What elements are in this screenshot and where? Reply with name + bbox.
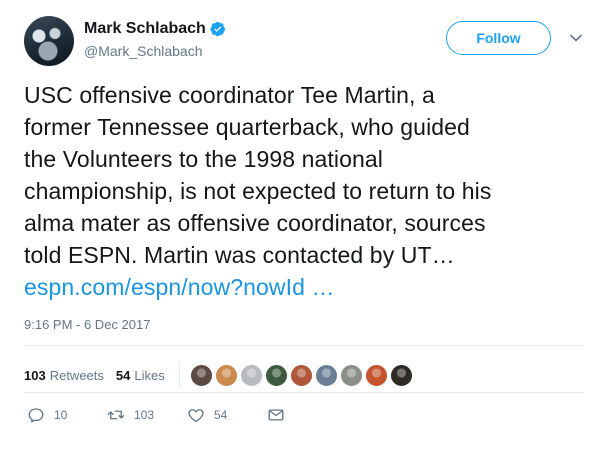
liker-avatar[interactable] — [264, 363, 288, 387]
tweet-stats: 103 Retweets 54 Likes — [24, 361, 413, 389]
like-action[interactable]: 54 — [187, 406, 267, 424]
tweet-actions: 10 103 54 — [27, 406, 297, 424]
tweet-text-line: championship, is not expected to return … — [24, 178, 492, 204]
divider — [24, 392, 584, 393]
reply-count: 10 — [54, 408, 68, 422]
tweet-text-line: the Volunteers to the 1998 national — [24, 146, 384, 172]
direct-message-action[interactable] — [267, 406, 297, 424]
tweet-timestamp[interactable]: 9:16 PM - 6 Dec 2017 — [24, 317, 150, 332]
retweet-action[interactable]: 103 — [107, 406, 187, 424]
likes-label: Likes — [134, 367, 165, 383]
tweet-link[interactable]: espn.com/espn/now?nowId — [24, 274, 305, 300]
liker-avatar[interactable] — [289, 363, 313, 387]
likes-stat[interactable]: 54 Likes — [116, 368, 165, 383]
stats-separator — [178, 361, 180, 389]
tweet-link-line: espn.com/espn/now?nowId … — [24, 271, 584, 303]
retweets-label: Retweets — [49, 367, 104, 383]
author-handle[interactable]: @Mark_Schlabach — [84, 42, 226, 60]
author-display-name[interactable]: Mark Schlabach — [84, 19, 206, 39]
liker-avatar[interactable] — [389, 363, 413, 387]
liker-avatar[interactable] — [189, 363, 213, 387]
author-avatar[interactable] — [24, 16, 74, 66]
liker-avatar[interactable] — [239, 363, 263, 387]
author-display-name-row[interactable]: Mark Schlabach — [84, 19, 226, 39]
like-count: 54 — [214, 408, 228, 422]
envelope-icon — [268, 409, 284, 421]
tweet-text-line: told ESPN. Martin was contacted by UT… — [24, 242, 455, 268]
reply-icon — [28, 408, 44, 423]
reply-action[interactable]: 10 — [27, 406, 107, 424]
divider — [24, 345, 584, 346]
liker-avatar[interactable] — [314, 363, 338, 387]
liker-avatar[interactable] — [214, 363, 238, 387]
tweet-text-line: USC offensive coordinator Tee Martin, a — [24, 82, 435, 108]
liker-avatar[interactable] — [339, 363, 363, 387]
retweet-count: 103 — [134, 408, 155, 422]
heart-icon — [188, 409, 204, 423]
follow-button[interactable]: Follow — [446, 21, 551, 55]
retweets-stat[interactable]: 103 Retweets — [24, 368, 104, 383]
chevron-down-icon[interactable] — [568, 30, 584, 46]
tweet-text-line: alma mater as offensive coordinator, sou… — [24, 210, 486, 236]
retweet-icon — [107, 410, 125, 420]
author-info: Mark Schlabach @Mark_Schlabach — [84, 19, 226, 60]
liker-avatar[interactable] — [364, 363, 388, 387]
retweets-count: 103 — [24, 367, 46, 383]
tweet-text-line: former Tennessee quarterback, who guided — [24, 114, 470, 140]
tweet-text: USC offensive coordinator Tee Martin, a … — [24, 79, 584, 303]
verified-badge-icon — [210, 21, 225, 37]
tweet-link-ellipsis[interactable]: … — [312, 274, 335, 300]
likers-avatar-row — [189, 363, 413, 387]
likes-count: 54 — [115, 367, 131, 383]
